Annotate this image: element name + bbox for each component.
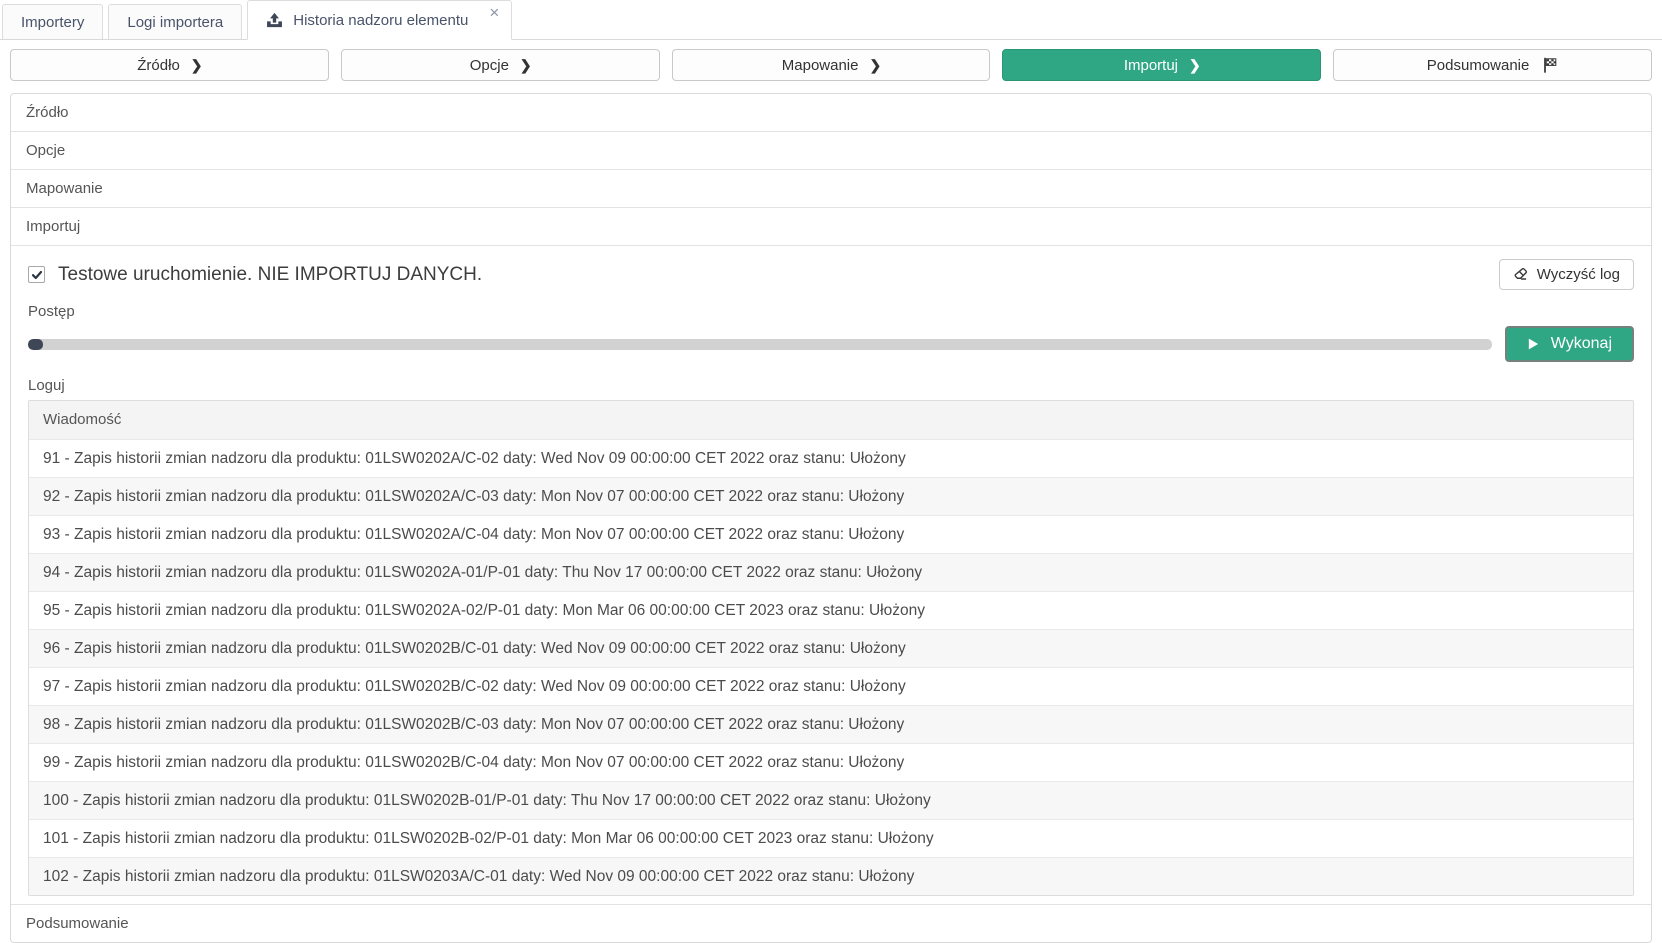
importuj-section-body: Testowe uruchomienie. NIE IMPORTUJ DANYC… [11, 245, 1651, 904]
test-run-label: Testowe uruchomienie. NIE IMPORTUJ DANYC… [58, 264, 482, 286]
eraser-icon [1513, 267, 1528, 282]
tab-label: Logi importera [127, 14, 223, 31]
log-row: 96 - Zapis historii zmian nadzoru dla pr… [29, 629, 1633, 667]
log-row: 101 - Zapis historii zmian nadzoru dla p… [29, 819, 1633, 857]
chevron-right-icon: ❯ [191, 57, 202, 74]
play-icon [1527, 337, 1540, 351]
tab-label: Importery [21, 14, 84, 31]
log-table-header: Wiadomość [29, 401, 1633, 439]
accordion-header-podsumowanie[interactable]: Podsumowanie [11, 904, 1651, 942]
log-label: Loguj [28, 377, 1634, 394]
test-run-option: Testowe uruchomienie. NIE IMPORTUJ DANYC… [28, 264, 482, 286]
finish-flag-icon [1542, 57, 1558, 73]
log-row: 91 - Zapis historii zmian nadzoru dla pr… [29, 439, 1633, 477]
execute-button[interactable]: Wykonaj [1505, 326, 1634, 362]
progress-bar [28, 339, 1492, 350]
log-row: 95 - Zapis historii zmian nadzoru dla pr… [29, 591, 1633, 629]
log-row: 94 - Zapis historii zmian nadzoru dla pr… [29, 553, 1633, 591]
log-row: 102 - Zapis historii zmian nadzoru dla p… [29, 857, 1633, 895]
log-row: 97 - Zapis historii zmian nadzoru dla pr… [29, 667, 1633, 705]
log-row: 92 - Zapis historii zmian nadzoru dla pr… [29, 477, 1633, 515]
test-run-checkbox[interactable] [28, 266, 45, 283]
accordion-header-importuj[interactable]: Importuj [11, 207, 1651, 245]
checkmark-icon [31, 269, 43, 281]
tab-importery[interactable]: Importery [2, 4, 103, 39]
wizard-steps: Źródło ❯ Opcje ❯ Mapowanie ❯ Importuj ❯ … [0, 40, 1662, 81]
log-row: 100 - Zapis historii zmian nadzoru dla p… [29, 781, 1633, 819]
accordion-panel: Źródło Opcje Mapowanie Importuj Testowe … [10, 93, 1652, 943]
step-importuj-button[interactable]: Importuj ❯ [1002, 49, 1321, 81]
accordion-header-zrodlo[interactable]: Źródło [11, 94, 1651, 131]
import-icon [266, 12, 283, 29]
progress-label: Postęp [28, 303, 1634, 320]
chevron-right-icon: ❯ [869, 57, 880, 74]
step-mapowanie-button[interactable]: Mapowanie ❯ [672, 49, 991, 81]
chevron-right-icon: ❯ [520, 57, 531, 74]
close-tab-icon[interactable]: × [489, 1, 499, 20]
accordion-header-mapowanie[interactable]: Mapowanie [11, 169, 1651, 207]
tab-logi-importera[interactable]: Logi importera [108, 4, 242, 39]
clear-log-button[interactable]: Wyczyść log [1499, 259, 1634, 290]
log-row: 98 - Zapis historii zmian nadzoru dla pr… [29, 705, 1633, 743]
step-opcje-button[interactable]: Opcje ❯ [341, 49, 660, 81]
tab-historia-nadzoru-elementu[interactable]: Historia nadzoru elementu × [247, 0, 512, 40]
log-row: 99 - Zapis historii zmian nadzoru dla pr… [29, 743, 1633, 781]
step-podsumowanie-button[interactable]: Podsumowanie [1333, 49, 1652, 81]
tab-bar: Importery Logi importera Historia nadzor… [0, 0, 1662, 40]
chevron-right-icon: ❯ [1189, 57, 1200, 74]
step-zrodlo-button[interactable]: Źródło ❯ [10, 49, 329, 81]
log-row: 93 - Zapis historii zmian nadzoru dla pr… [29, 515, 1633, 553]
log-table: Wiadomość 91 - Zapis historii zmian nadz… [28, 400, 1634, 896]
tab-label: Historia nadzoru elementu [293, 12, 468, 29]
accordion-header-opcje[interactable]: Opcje [11, 131, 1651, 169]
progress-bar-fill [28, 339, 43, 350]
